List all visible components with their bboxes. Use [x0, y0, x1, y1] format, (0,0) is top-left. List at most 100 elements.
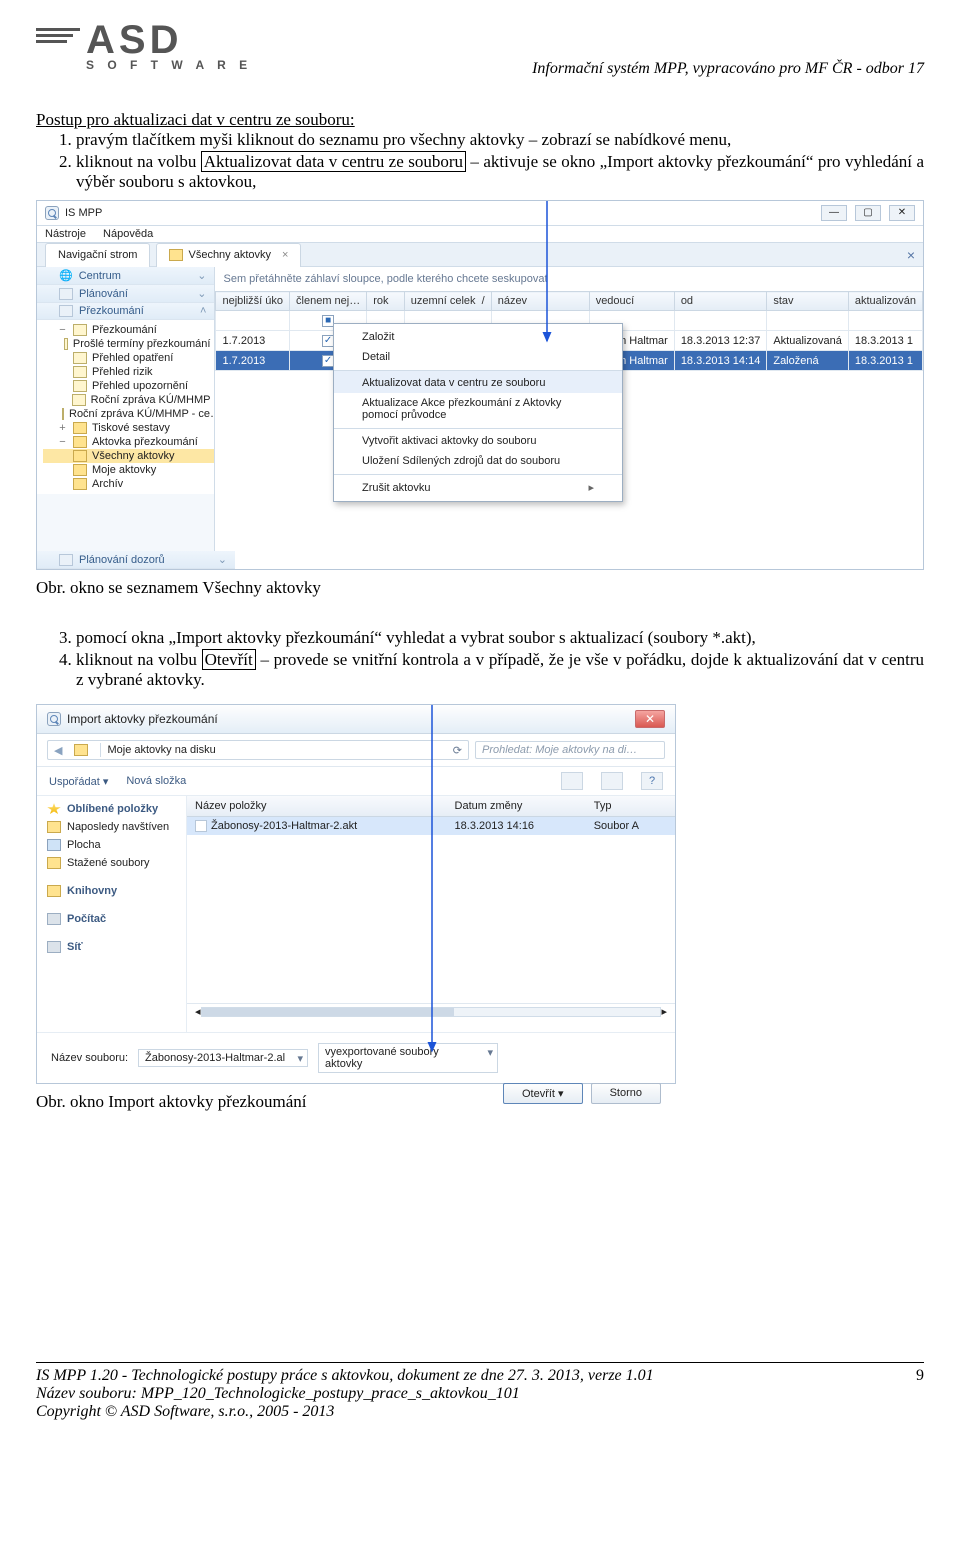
tab-all-aktovky[interactable]: Všechny aktovky × — [156, 243, 301, 267]
filter-combo[interactable]: vyexportované soubory aktovky — [318, 1043, 498, 1073]
folder-icon — [47, 857, 61, 869]
ctx-ulozeni-sdilenych[interactable]: Uložení Sdílených zdrojů dat do souboru — [334, 451, 622, 471]
panel-close-icon[interactable]: × — [907, 247, 915, 263]
ctx-detail[interactable]: Detail — [334, 347, 622, 367]
computer-icon — [47, 913, 61, 925]
tree-item-selected[interactable]: Všechny aktovky — [92, 450, 175, 462]
folder-icon — [73, 422, 87, 434]
col-header: uzemní celek / — [404, 292, 491, 311]
group-by-bar[interactable]: Sem přetáhněte záhlaví sloupce, podle kt… — [215, 267, 923, 291]
doc-icon — [64, 338, 68, 350]
filename-combo[interactable]: Žabonosy-2013-Haltmar-2.al — [138, 1049, 308, 1067]
col-header[interactable]: členem nej… — [290, 292, 367, 311]
doc-icon — [72, 394, 85, 406]
tab-navtree[interactable]: Navigační strom — [45, 243, 150, 267]
file-list[interactable]: Název položkyDatum změnyTyp Žabonosy-201… — [187, 796, 675, 1032]
desktop-icon — [47, 839, 61, 851]
screenshot-open-dialog: Import aktovky přezkoumání ✕ ◀ Moje akto… — [36, 704, 676, 1084]
library-icon — [47, 885, 61, 897]
tree-item[interactable]: Přehled upozornění — [92, 380, 188, 392]
maximize-button[interactable]: ▢ — [855, 205, 881, 221]
places-computer[interactable]: Počítač — [37, 910, 186, 928]
steps-list-1: pravým tlačítkem myši kliknout do seznam… — [76, 130, 924, 192]
nav-group-centrum[interactable]: 🌐Centrum⌄ — [37, 267, 214, 285]
tree-item[interactable]: Tiskové sestavy — [92, 422, 170, 434]
boxed-command: Aktualizovat data v centru ze souboru — [201, 151, 466, 172]
file-row-selected[interactable]: Žabonosy-2013-Haltmar-2.akt 18.3.2013 14… — [187, 817, 675, 836]
nav-group-planovani[interactable]: Plánování⌄ — [37, 285, 214, 303]
refresh-icon[interactable]: ⟳ — [453, 744, 462, 757]
tool-organize[interactable]: Uspořádat ▾ — [49, 775, 108, 788]
places-network[interactable]: Síť — [37, 938, 186, 956]
view-mode-button[interactable] — [561, 772, 583, 790]
help-button[interactable]: ? — [641, 772, 663, 790]
menu-help[interactable]: Nápověda — [103, 228, 153, 240]
ctx-aktualizovat-centru[interactable]: Aktualizovat data v centru ze souboru — [334, 370, 622, 393]
col-header[interactable]: Typ — [586, 796, 675, 817]
doc-icon — [73, 352, 87, 364]
open-button[interactable]: Otevřít ▾ — [503, 1083, 583, 1104]
tree-item[interactable]: Přezkoumání — [92, 324, 157, 336]
menubar: Nástroje Nápověda — [37, 226, 923, 243]
places-libraries[interactable]: Knihovny — [37, 882, 186, 900]
view-options-button[interactable] — [601, 772, 623, 790]
page-footer: IS MPP 1.20 - Technologické postupy prác… — [36, 1362, 924, 1421]
places-favorites[interactable]: Oblíbené položky — [37, 800, 186, 818]
ctx-aktualizace-pruvodce[interactable]: Aktualizace Akce přezkoumání z Aktovky p… — [334, 393, 622, 425]
step-3: pomocí okna „Import aktovky přezkoumání“… — [76, 628, 924, 648]
ctx-vytvorit-aktivaci[interactable]: Vytvořit aktivaci aktovky do souboru — [334, 428, 622, 451]
nav-group-prezkoumani[interactable]: Přezkoumání˄ — [37, 303, 214, 320]
logo-bars-icon — [36, 28, 80, 43]
folder-icon — [169, 249, 183, 261]
ctx-zalozit[interactable]: Založit — [334, 327, 622, 347]
context-menu: Založit Detail Aktualizovat data v centr… — [333, 323, 623, 502]
places-recent[interactable]: Naposledy navštíven — [37, 818, 186, 836]
back-icon[interactable]: ◀ — [54, 744, 62, 757]
tree-item[interactable]: Moje aktovky — [92, 464, 156, 476]
doc-icon — [73, 324, 87, 336]
tree-item[interactable]: Přehled rizik — [92, 366, 153, 378]
tab-close-icon[interactable]: × — [282, 249, 288, 261]
section-title: Postup pro aktualizaci dat v centru ze s… — [36, 110, 924, 130]
col-header[interactable]: Datum změny — [447, 796, 586, 817]
ctx-zrusit-aktovku[interactable]: Zrušit aktovku▸ — [334, 474, 622, 498]
col-header[interactable]: aktualizován — [848, 292, 922, 311]
close-button[interactable]: ✕ — [889, 205, 915, 221]
cancel-button[interactable]: Storno — [591, 1083, 661, 1104]
tree-item[interactable]: Roční zpráva KÚ/MHMP — [91, 394, 211, 406]
minimize-button[interactable]: — — [821, 205, 847, 221]
col-header[interactable]: nejbližší úko — [216, 292, 290, 311]
tree-item[interactable]: Aktovka přezkoumání — [92, 436, 198, 448]
col-header[interactable]: rok — [367, 292, 404, 311]
tree-item[interactable]: Archív — [92, 478, 123, 490]
window-title: IS MPP — [65, 207, 102, 219]
tree-item[interactable]: Prošlé termíny přezkoumání — [73, 338, 211, 350]
figure-caption: Obr. okno se seznamem Všechny aktovky — [36, 578, 924, 598]
page-number: 9 — [916, 1367, 924, 1421]
col-header[interactable]: vedoucí — [589, 292, 674, 311]
col-header[interactable]: od — [674, 292, 767, 311]
tree-item[interactable]: Roční zpráva KÚ/MHMP - ce… — [69, 408, 215, 420]
footer-line1: IS MPP 1.20 - Technologické postupy prác… — [36, 1367, 654, 1385]
col-header[interactable]: Název položky — [187, 796, 447, 817]
hscrollbar[interactable]: ◂▸ — [187, 1003, 675, 1019]
star-icon — [47, 803, 61, 815]
search-icon — [47, 712, 61, 726]
col-header[interactable]: stav — [767, 292, 849, 311]
search-input[interactable]: Prohledat: Moje aktovky na di… — [475, 741, 665, 759]
menu-tools[interactable]: Nástroje — [45, 228, 86, 240]
close-button[interactable]: ✕ — [635, 710, 665, 728]
tree-item[interactable]: Přehled opatření — [92, 352, 173, 364]
folder-icon — [47, 821, 61, 833]
nav-panel: 🌐Centrum⌄ Plánování⌄ Přezkoumání˄ −Přezk… — [37, 267, 215, 551]
places-downloads[interactable]: Stažené soubory — [37, 854, 186, 872]
doc-icon — [62, 408, 64, 420]
folder-icon — [73, 436, 87, 448]
col-header[interactable]: název — [491, 292, 589, 311]
places-desktop[interactable]: Plocha — [37, 836, 186, 854]
doc-icon — [73, 380, 87, 392]
tool-newfolder[interactable]: Nová složka — [126, 775, 186, 787]
doc-icon — [59, 305, 73, 317]
breadcrumb[interactable]: ◀ Moje aktovky na disku ⟳ — [47, 740, 469, 760]
footer-line3: Copyright © ASD Software, s.r.o., 2005 -… — [36, 1403, 654, 1421]
